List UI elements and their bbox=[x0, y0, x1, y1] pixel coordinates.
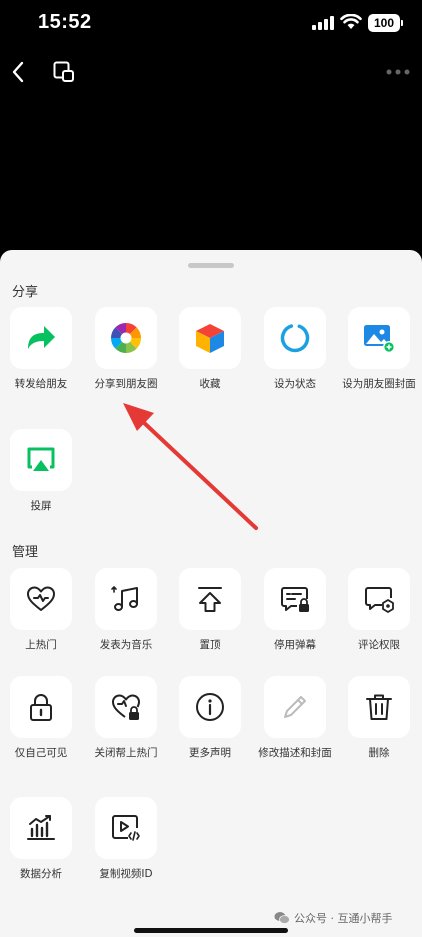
wechat-logo-icon bbox=[274, 912, 290, 924]
favorites-cube-icon bbox=[196, 324, 224, 353]
status-bar: 15:52 100 bbox=[0, 0, 422, 48]
sheet-drag-handle[interactable] bbox=[188, 263, 234, 268]
manage-only-me-visible[interactable]: 仅自己可见 bbox=[0, 676, 84, 760]
tile-label: 上热门 bbox=[25, 639, 57, 651]
manage-comment-permission[interactable]: 评论权限 bbox=[336, 568, 422, 652]
info-icon bbox=[196, 693, 224, 721]
manage-more-statements[interactable]: 更多声明 bbox=[167, 676, 253, 760]
manage-edit-description-cover[interactable]: 修改描述和封面 bbox=[252, 676, 338, 760]
more-options-icon[interactable] bbox=[384, 60, 412, 84]
heart-boost-icon bbox=[27, 586, 55, 611]
share-set-as-status[interactable]: 设为状态 bbox=[252, 307, 338, 391]
tile-label: 设为朋友圈封面 bbox=[342, 378, 416, 390]
share-section-title: 分享 bbox=[12, 285, 39, 300]
manage-boost-trending[interactable]: 上热门 bbox=[0, 568, 84, 652]
manage-copy-video-id[interactable]: 复制视频ID bbox=[83, 797, 169, 881]
tile-label: 设为状态 bbox=[274, 378, 316, 390]
music-note-icon bbox=[111, 585, 138, 611]
manage-disable-danmaku[interactable]: 停用弹幕 bbox=[252, 568, 338, 652]
back-chevron-icon[interactable] bbox=[8, 58, 28, 86]
tile-label: 发表为音乐 bbox=[99, 639, 153, 651]
screen-cast-icon bbox=[27, 447, 55, 471]
tile-label: 删除 bbox=[368, 747, 390, 759]
watermark-text: 公众号 · 互通小帮手 bbox=[294, 912, 393, 925]
manage-section-title: 管理 bbox=[12, 545, 39, 560]
share-screen-cast[interactable]: 投屏 bbox=[0, 429, 84, 513]
tile-label: 转发给朋友 bbox=[14, 378, 68, 390]
tile-label: 分享到朋友圈 bbox=[94, 378, 158, 390]
image-cover-icon bbox=[364, 325, 395, 353]
tile-label: 投屏 bbox=[30, 500, 52, 512]
heart-lock-icon bbox=[112, 694, 140, 720]
forward-arrow-icon bbox=[28, 326, 55, 349]
battery-indicator: 100 bbox=[368, 14, 400, 32]
action-sheet: 分享 转发给朋友 分享到朋友圈 收藏 设为状态 设为朋友圈封面 投屏 管理 上热… bbox=[0, 250, 422, 937]
tile-label: 评论权限 bbox=[358, 639, 400, 651]
tile-label: 收藏 bbox=[199, 378, 221, 390]
status-time: 15:52 bbox=[38, 11, 92, 33]
manage-delete[interactable]: 删除 bbox=[336, 676, 422, 760]
danmaku-off-icon bbox=[281, 587, 309, 612]
tile-label: 数据分析 bbox=[20, 868, 62, 880]
manage-publish-as-music[interactable]: 发表为音乐 bbox=[83, 568, 169, 652]
tile-label: 置顶 bbox=[199, 639, 221, 651]
top-nav bbox=[0, 50, 422, 96]
comment-permission-icon bbox=[365, 587, 394, 613]
status-ring-icon bbox=[280, 323, 310, 353]
manage-pin-top[interactable]: 置顶 bbox=[167, 568, 253, 652]
manage-close-help-trending[interactable]: 关闭帮上热门 bbox=[83, 676, 169, 760]
battery-tip bbox=[401, 20, 403, 26]
wifi-icon bbox=[340, 14, 362, 29]
lock-icon bbox=[30, 694, 52, 721]
chart-analysis-icon bbox=[27, 815, 55, 840]
floating-window-icon[interactable] bbox=[52, 60, 76, 84]
tile-label: 更多声明 bbox=[189, 747, 231, 759]
tile-label: 复制视频ID bbox=[99, 868, 153, 880]
tile-label: 仅自己可见 bbox=[14, 747, 68, 759]
tile-label: 停用弹幕 bbox=[274, 639, 316, 651]
share-forward-to-friend[interactable]: 转发给朋友 bbox=[0, 307, 84, 391]
manage-data-analysis[interactable]: 数据分析 bbox=[0, 797, 84, 881]
moments-aperture-icon bbox=[111, 323, 141, 353]
pin-top-icon bbox=[198, 587, 222, 612]
video-code-icon bbox=[112, 815, 140, 841]
tile-label: 关闭帮上热门 bbox=[94, 747, 158, 759]
share-favorite[interactable]: 收藏 bbox=[167, 307, 253, 391]
home-indicator bbox=[134, 928, 288, 933]
share-set-moments-cover[interactable]: 设为朋友圈封面 bbox=[336, 307, 422, 391]
trash-icon bbox=[366, 694, 392, 720]
share-to-moments[interactable]: 分享到朋友圈 bbox=[83, 307, 169, 391]
tile-label: 修改描述和封面 bbox=[258, 747, 332, 759]
cellular-signal-icon bbox=[312, 16, 334, 30]
pencil-icon bbox=[284, 696, 306, 718]
watermark: 公众号 · 互通小帮手 bbox=[274, 910, 393, 926]
